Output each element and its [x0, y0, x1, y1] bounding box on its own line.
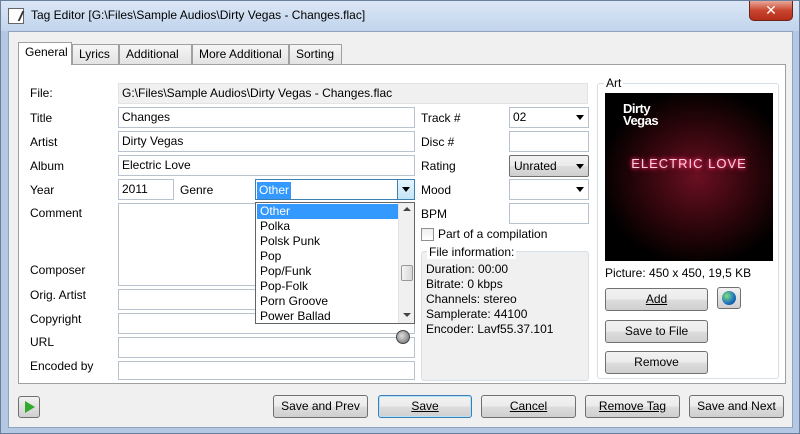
globe-icon: [722, 291, 736, 305]
title-input[interactable]: Changes: [118, 107, 415, 128]
scroll-up-icon[interactable]: [403, 207, 411, 211]
album-input[interactable]: Electric Love: [118, 155, 415, 176]
genre-dropdown-button[interactable]: [397, 180, 414, 199]
chevron-down-icon: [576, 164, 584, 169]
mood-combo[interactable]: [509, 179, 589, 200]
year-input[interactable]: 2011: [118, 179, 174, 200]
genre-option[interactable]: Pop/Funk: [257, 264, 400, 279]
general-panel: File: G:\Files\Sample Audios\Dirty Vegas…: [18, 64, 786, 384]
track-value: 02: [513, 110, 527, 124]
genre-option[interactable]: Pop: [257, 249, 400, 264]
link-icon[interactable]: [396, 330, 410, 344]
genre-option[interactable]: Porn Groove: [257, 294, 400, 309]
scroll-down-icon[interactable]: [403, 313, 411, 317]
tab-sorting[interactable]: Sorting: [289, 44, 342, 64]
dialog-client: General Lyrics Additional More Additiona…: [8, 31, 793, 428]
genre-label: Genre: [180, 183, 214, 197]
genre-option[interactable]: Polsk Punk: [257, 234, 400, 249]
genre-option[interactable]: Power Ballad: [257, 309, 400, 324]
artist-label: Artist: [30, 135, 58, 149]
genre-option[interactable]: Other: [257, 204, 400, 219]
save-and-prev-button[interactable]: Save and Prev: [273, 395, 368, 418]
composer-label: Composer: [30, 263, 86, 277]
rating-combo[interactable]: Unrated: [509, 155, 589, 177]
title-label: Title: [30, 111, 53, 125]
remove-tag-button[interactable]: Remove Tag: [585, 395, 680, 418]
comment-label: Comment: [30, 206, 83, 220]
art-group: Art Dirty Vegas ELECTRIC LOVE Picture: 4…: [597, 76, 779, 379]
file-info-title: File information:: [427, 245, 517, 259]
rating-label: Rating: [421, 159, 456, 173]
tab-additional[interactable]: Additional: [119, 44, 192, 64]
cancel-button[interactable]: Cancel: [481, 395, 576, 418]
tab-general[interactable]: General: [18, 42, 72, 65]
art-title: Art: [604, 76, 624, 90]
genre-dropdown-list[interactable]: Other Polka Polsk Punk Pop Pop/Funk Pop-…: [255, 202, 415, 324]
genre-combo[interactable]: Other: [255, 179, 415, 200]
chevron-down-icon: [576, 187, 584, 192]
cover-band-text: Dirty Vegas: [623, 101, 659, 128]
save-and-next-button[interactable]: Save and Next: [689, 395, 784, 418]
disc-input[interactable]: [509, 131, 589, 152]
duration-text: Duration: 00:00: [426, 262, 509, 276]
genre-option[interactable]: Pop-Folk: [257, 279, 400, 294]
picture-info-text: Picture: 450 x 450, 19,5 KB: [605, 266, 752, 280]
track-label: Track #: [421, 111, 461, 125]
album-cover-image[interactable]: Dirty Vegas ELECTRIC LOVE: [605, 93, 773, 261]
chevron-down-icon: [576, 115, 584, 120]
chevron-down-icon: [402, 187, 410, 192]
bpm-label: BPM: [421, 207, 448, 221]
web-search-art-button[interactable]: [717, 287, 741, 309]
url-label: URL: [30, 335, 55, 349]
close-button[interactable]: ✕: [749, 1, 793, 21]
title-bar[interactable]: Tag Editor [G:\Files\Sample Audios\Dirty…: [1, 1, 799, 31]
samplerate-text: Samplerate: 44100: [426, 307, 528, 321]
compilation-label: Part of a compilation: [438, 227, 548, 241]
orig-artist-label: Orig. Artist: [30, 288, 87, 302]
tag-editor-icon: [8, 8, 24, 24]
file-label: File:: [30, 86, 53, 100]
genre-combo-value: Other: [257, 182, 292, 199]
file-info-group: File information: Duration: 00:00 Bitrat…: [421, 245, 589, 381]
add-art-button[interactable]: Add: [605, 288, 708, 311]
genre-option[interactable]: Polka: [257, 219, 400, 234]
encoder-text: Encoder: Lavf55.37.101: [426, 322, 554, 336]
remove-art-button[interactable]: Remove: [605, 351, 708, 374]
tab-more-additional[interactable]: More Additional: [192, 44, 289, 64]
play-icon: [25, 401, 35, 413]
url-input[interactable]: [118, 361, 415, 380]
scroll-thumb[interactable]: [401, 265, 413, 281]
year-label: Year: [30, 183, 55, 197]
bpm-input[interactable]: [509, 203, 589, 224]
file-path-field: G:\Files\Sample Audios\Dirty Vegas - Cha…: [118, 83, 588, 104]
tab-lyrics[interactable]: Lyrics: [72, 44, 119, 64]
disc-label: Disc #: [421, 135, 455, 149]
tag-editor-window: Tag Editor [G:\Files\Sample Audios\Dirty…: [0, 0, 800, 434]
bitrate-text: Bitrate: 0 kbps: [426, 277, 503, 291]
artist-input[interactable]: Dirty Vegas: [118, 131, 415, 152]
genre-list-scrollbar[interactable]: [398, 203, 414, 323]
album-label: Album: [30, 159, 65, 173]
compilation-checkbox[interactable]: [421, 228, 434, 241]
cover-title-text: ELECTRIC LOVE: [631, 156, 747, 171]
rating-value: Unrated: [514, 159, 557, 173]
mood-label: Mood: [421, 183, 452, 197]
copyright-input[interactable]: [118, 337, 415, 358]
copyright-label: Copyright: [30, 312, 82, 326]
track-combo[interactable]: 02: [509, 107, 589, 128]
window-title: Tag Editor [G:\Files\Sample Audios\Dirty…: [31, 8, 366, 22]
play-button[interactable]: [18, 396, 40, 418]
encoded-by-label: Encoded by: [30, 359, 94, 373]
channels-text: Channels: stereo: [426, 292, 517, 306]
save-button[interactable]: Save: [378, 395, 472, 418]
save-art-to-file-button[interactable]: Save to File: [605, 320, 708, 343]
